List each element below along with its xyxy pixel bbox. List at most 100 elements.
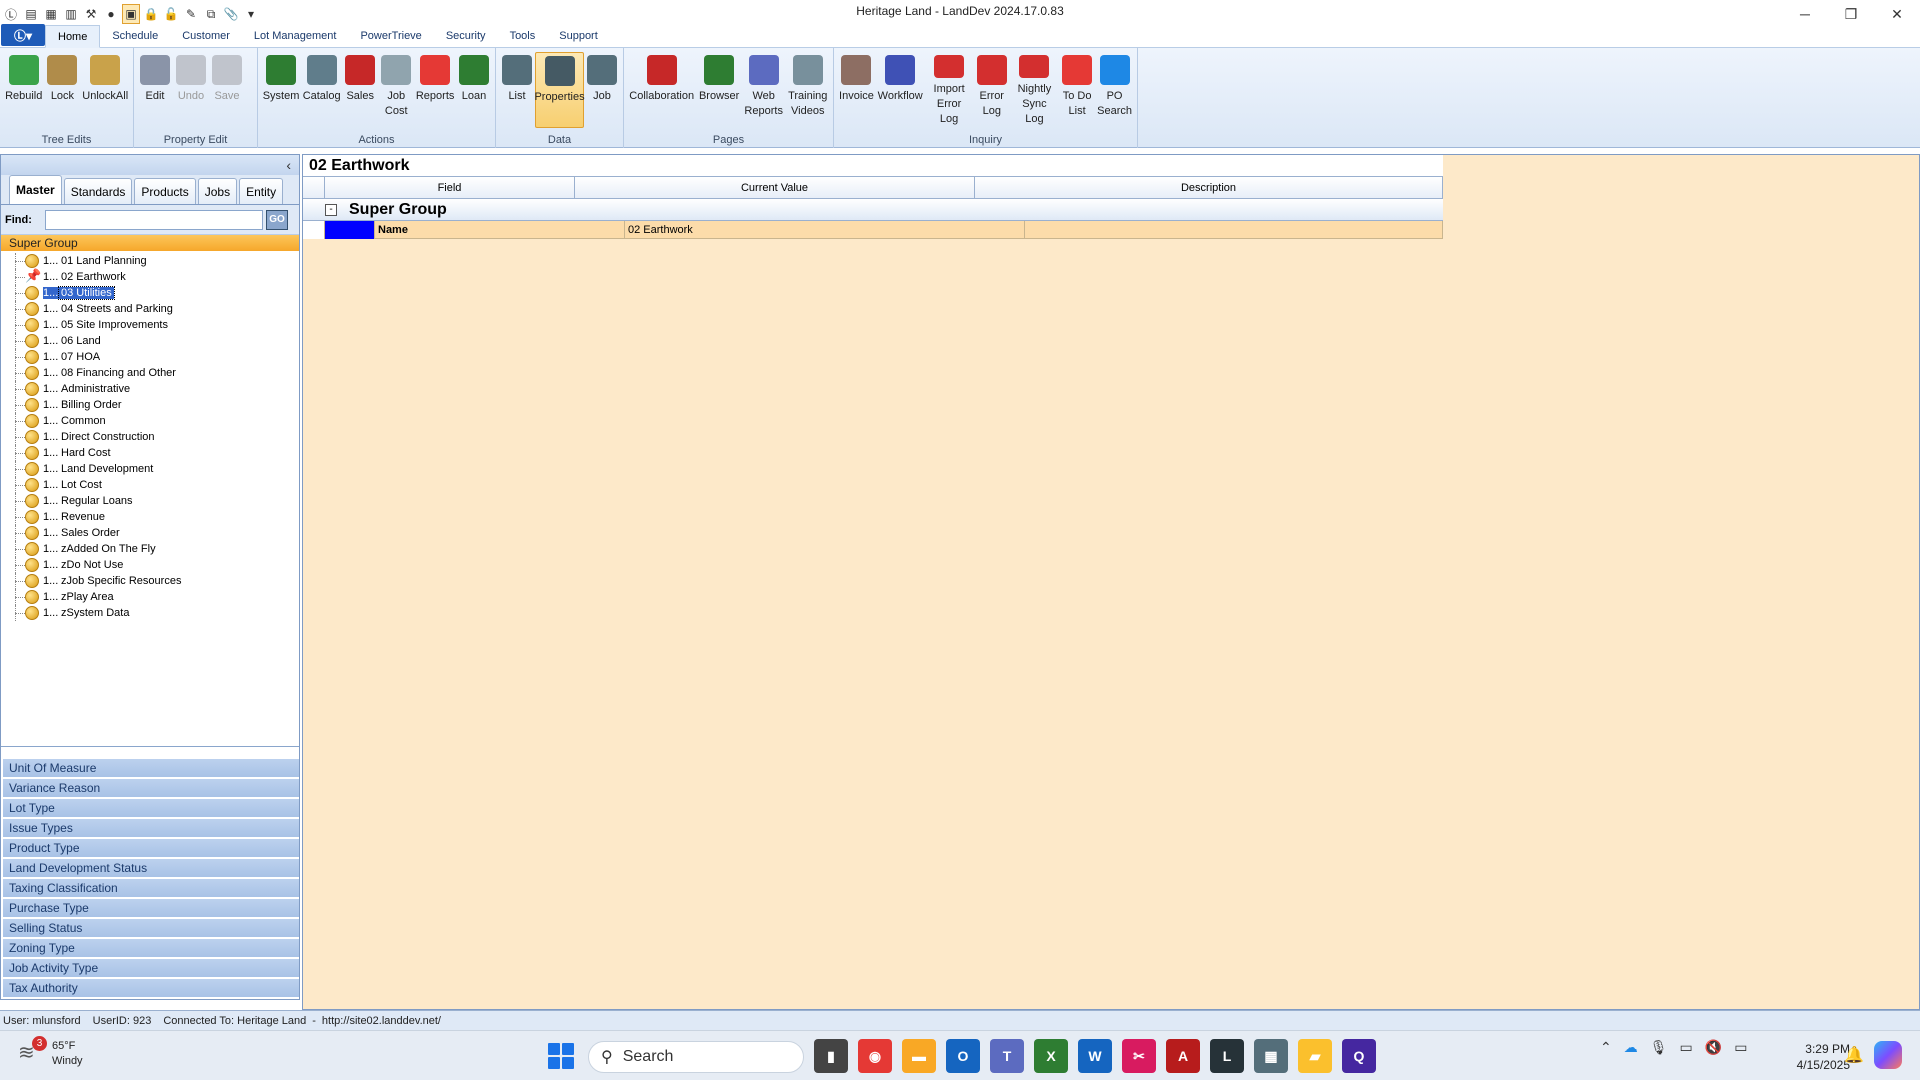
- sheet-icon[interactable]: ▤: [22, 4, 40, 24]
- tab-schedule[interactable]: Schedule: [100, 25, 170, 47]
- job-button[interactable]: Job: [584, 52, 620, 128]
- tree-item[interactable]: 1... Billing Order: [1, 397, 299, 413]
- calendar-icon[interactable]: ▦: [42, 4, 60, 24]
- invoice-button[interactable]: Invoice: [837, 52, 876, 128]
- tree-item[interactable]: 📌 1... 02 Earthwork: [1, 269, 299, 285]
- tree-item[interactable]: 1... Revenue: [1, 509, 299, 525]
- window-icon[interactable]: ▣: [122, 4, 140, 24]
- system-button[interactable]: System: [261, 52, 301, 128]
- loan-button[interactable]: Loan: [456, 52, 492, 128]
- collapse-group-button[interactable]: -: [325, 203, 337, 216]
- tree-item[interactable]: 1... 04 Streets and Parking: [1, 301, 299, 317]
- import-error-log-button[interactable]: Import Error Log: [924, 52, 973, 128]
- browser-button[interactable]: Browser: [696, 52, 741, 128]
- lookup-product-type[interactable]: Product Type: [3, 839, 299, 858]
- weather-widget[interactable]: ≋ 3 65°F Windy: [18, 1036, 83, 1069]
- row-indicator[interactable]: [303, 221, 325, 239]
- file-explorer-dark-icon[interactable]: ▮: [814, 1039, 848, 1073]
- tab-lot-management[interactable]: Lot Management: [242, 25, 349, 47]
- clipboard-icon[interactable]: ▥: [62, 4, 80, 24]
- outlook-icon[interactable]: O: [946, 1039, 980, 1073]
- list-button[interactable]: List: [499, 52, 535, 128]
- tree-item[interactable]: 1... zPlay Area: [1, 589, 299, 605]
- description-cell[interactable]: [1025, 221, 1443, 239]
- column-header-current-value[interactable]: Current Value: [575, 177, 975, 199]
- po-search-button[interactable]: PO Search: [1095, 52, 1134, 128]
- tab-security[interactable]: Security: [434, 25, 498, 47]
- tree-item[interactable]: 1... Hard Cost: [1, 445, 299, 461]
- display-icon[interactable]: ▭: [1680, 1039, 1693, 1056]
- tab-entity[interactable]: Entity: [239, 178, 284, 204]
- tree-item[interactable]: 1... Administrative: [1, 381, 299, 397]
- tab-home[interactable]: Home: [45, 25, 101, 48]
- tree-item[interactable]: 1... zAdded On The Fly: [1, 541, 299, 557]
- find-input[interactable]: [45, 209, 263, 230]
- rebuild-button[interactable]: Rebuild: [3, 52, 44, 128]
- lock-button[interactable]: Lock: [44, 52, 80, 128]
- lookup-land-development-status[interactable]: Land Development Status: [3, 859, 299, 878]
- tab-standards[interactable]: Standards: [63, 178, 133, 204]
- lookup-purchase-type[interactable]: Purchase Type: [3, 899, 299, 918]
- tree-item[interactable]: 1... 07 HOA: [1, 349, 299, 365]
- sticky-notes-icon[interactable]: ▰: [1298, 1039, 1332, 1073]
- microphone-icon[interactable]: 🎙: [1650, 1039, 1668, 1056]
- onedrive-icon[interactable]: ☁: [1624, 1039, 1638, 1056]
- super-group-header[interactable]: Super Group: [1, 235, 299, 251]
- lookup-variance-reason[interactable]: Variance Reason: [3, 779, 299, 798]
- properties-button[interactable]: Properties: [534, 52, 585, 128]
- folder-icon[interactable]: ▬: [902, 1039, 936, 1073]
- chevron-up-icon[interactable]: ⌃: [1600, 1039, 1612, 1056]
- collapse-chevron-icon[interactable]: ‹: [286, 157, 291, 173]
- catalog-button[interactable]: Catalog: [301, 52, 342, 128]
- tab-support[interactable]: Support: [547, 25, 610, 47]
- tree-item[interactable]: 1... 08 Financing and Other: [1, 365, 299, 381]
- current-value-cell[interactable]: 02 Earthwork: [625, 221, 1025, 239]
- tab-products[interactable]: Products: [134, 178, 196, 204]
- app-logo-icon[interactable]: Ⓛ: [2, 4, 20, 24]
- start-button[interactable]: [548, 1043, 574, 1069]
- unlock-icon[interactable]: 🔓: [162, 4, 180, 24]
- speaker-muted-icon[interactable]: 🔇: [1705, 1039, 1722, 1056]
- column-header-field[interactable]: Field: [325, 177, 575, 199]
- edit-icon[interactable]: ✎: [182, 4, 200, 24]
- tree-item[interactable]: 1... Direct Construction: [1, 429, 299, 445]
- tree-item[interactable]: 1... zDo Not Use: [1, 557, 299, 573]
- lookup-job-activity-type[interactable]: Job Activity Type: [3, 959, 299, 978]
- dropdown-icon[interactable]: ▾: [242, 4, 260, 24]
- snipping-icon[interactable]: ✂: [1122, 1039, 1156, 1073]
- tree-item[interactable]: 1... zJob Specific Resources: [1, 573, 299, 589]
- sales-button[interactable]: Sales: [342, 52, 378, 128]
- lock-icon[interactable]: 🔒: [142, 4, 160, 24]
- save-button[interactable]: Save: [209, 52, 245, 128]
- collaboration-button[interactable]: Collaboration: [627, 52, 696, 128]
- tree-item[interactable]: 1... Sales Order: [1, 525, 299, 541]
- calculator-icon[interactable]: ▦: [1254, 1039, 1288, 1073]
- lookup-taxing-classification[interactable]: Taxing Classification: [3, 879, 299, 898]
- training-videos-button[interactable]: Training Videos: [786, 52, 830, 128]
- tree-item[interactable]: 1... Common: [1, 413, 299, 429]
- chrome-icon[interactable]: ◉: [858, 1039, 892, 1073]
- reports-button[interactable]: Reports: [414, 52, 456, 128]
- job-cost-button[interactable]: Job Cost: [378, 52, 414, 128]
- battery-icon[interactable]: ▭: [1734, 1039, 1747, 1056]
- clock[interactable]: 3:29 PM 4/15/2025: [1770, 1041, 1850, 1073]
- tractor-icon[interactable]: ⚒: [82, 4, 100, 24]
- access-icon[interactable]: A: [1166, 1039, 1200, 1073]
- copilot-icon[interactable]: [1874, 1041, 1902, 1069]
- teams-icon[interactable]: T: [990, 1039, 1024, 1073]
- tree-item[interactable]: 1... Lot Cost: [1, 477, 299, 493]
- lookup-unit-of-measure[interactable]: Unit Of Measure: [3, 759, 299, 778]
- excel-icon[interactable]: X: [1034, 1039, 1068, 1073]
- lookup-issue-types[interactable]: Issue Types: [3, 819, 299, 838]
- tree-item[interactable]: 1... 05 Site Improvements: [1, 317, 299, 333]
- tab-jobs[interactable]: Jobs: [197, 178, 238, 204]
- undo-button[interactable]: Undo: [173, 52, 209, 128]
- tab-tools[interactable]: Tools: [498, 25, 548, 47]
- tree-item[interactable]: 1... 06 Land: [1, 333, 299, 349]
- go-button[interactable]: GO: [266, 209, 288, 230]
- landdev-icon[interactable]: L: [1210, 1039, 1244, 1073]
- error-log-button[interactable]: Error Log: [974, 52, 1010, 128]
- quick-assist-icon[interactable]: Q: [1342, 1039, 1376, 1073]
- lookup-tax-authority[interactable]: Tax Authority: [3, 979, 299, 998]
- tree-item[interactable]: 1... 03 Utilities: [1, 285, 299, 301]
